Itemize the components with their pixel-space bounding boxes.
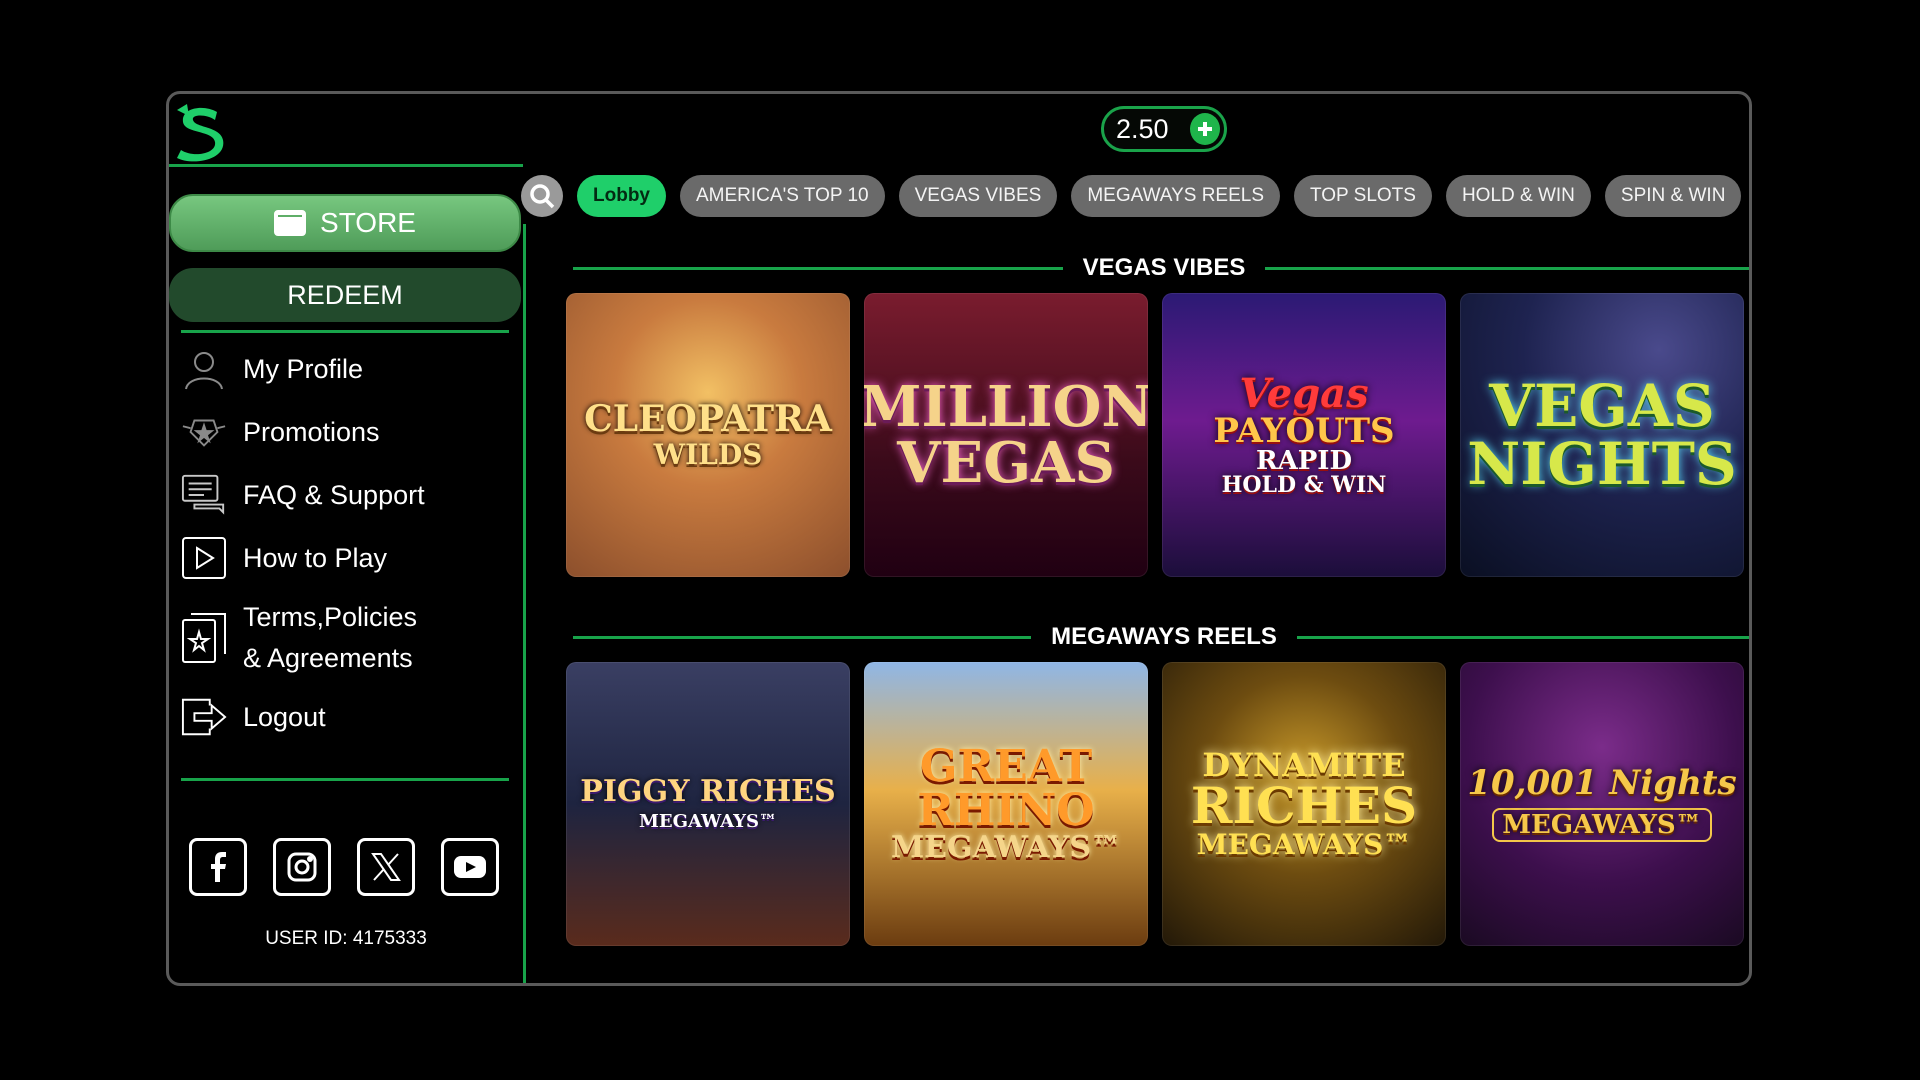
game-title-line: Vegas <box>1239 370 1369 417</box>
game-title-line: MEGAWAYS™ <box>1196 828 1412 861</box>
social-links <box>189 838 499 896</box>
game-tile[interactable]: GREAT RHINO MEGAWAYS™ <box>864 662 1148 946</box>
section-divider-right <box>1265 266 1749 270</box>
section-divider-left <box>573 266 1063 270</box>
game-title-line: WILDS <box>653 438 763 471</box>
sidebar-item-label: Logout <box>243 701 326 732</box>
sidebar-border <box>523 224 526 983</box>
chat-icon <box>181 472 227 518</box>
section-title: MEGAWAYS REELS <box>1051 623 1277 650</box>
redeem-label: REDEEM <box>287 279 403 310</box>
tab-megaways-reels[interactable]: MEGAWAYS REELS <box>1071 175 1280 217</box>
game-title-line: MEGAWAYS™ <box>638 811 778 832</box>
redeem-button[interactable]: REDEEM <box>169 268 521 322</box>
game-title-line: 10,001 Nights <box>1467 763 1737 803</box>
game-title: VEGAS NIGHTS <box>1461 371 1743 499</box>
game-tile[interactable]: 10,001 Nights MEGAWAYS™ <box>1460 662 1744 946</box>
user-icon <box>181 346 227 392</box>
section-title: VEGAS VIBES <box>1082 254 1246 281</box>
tab-top-slots[interactable]: TOP SLOTS <box>1294 175 1432 217</box>
sidebar-item-how-to-play[interactable]: How to Play <box>181 535 387 581</box>
balance-pill[interactable]: 2.50 <box>1101 106 1227 152</box>
search-button[interactable] <box>521 175 563 217</box>
game-title: DYNAMITE RICHES MEGAWAYS™ <box>1185 743 1423 865</box>
tab-lobby[interactable]: Lobby <box>577 175 666 217</box>
game-title-line: GREAT <box>919 741 1093 792</box>
sidebar-item-text: Terms,Policies & Agreements <box>243 597 417 678</box>
game-title-line: RHINO <box>917 785 1095 836</box>
game-tile[interactable]: MILLION VEGAS <box>864 293 1148 577</box>
game-tile[interactable]: VEGAS NIGHTS <box>1460 293 1744 577</box>
game-title-line: RICHES <box>1190 776 1418 835</box>
section-divider-left <box>573 635 1032 639</box>
site-logo[interactable] <box>173 102 233 162</box>
sidebar-item-label: How to Play <box>243 542 388 573</box>
badge-star-icon <box>181 409 227 455</box>
game-title-line: MEGAWAYS™ <box>1492 808 1712 842</box>
search-icon <box>530 184 555 209</box>
instagram-icon[interactable] <box>273 838 331 896</box>
game-title-line: CLEOPATRA <box>584 398 832 440</box>
section-header: MEGAWAYS REELS <box>573 622 1749 652</box>
sidebar-item-label: Promotions <box>243 416 380 447</box>
game-title: PIGGY RICHES MEGAWAYS™ <box>574 771 841 837</box>
game-title-line: RAPID <box>1255 446 1353 476</box>
game-title: GREAT RHINO MEGAWAYS™ <box>885 739 1127 869</box>
youtube-icon[interactable] <box>441 838 499 896</box>
wallet-icon <box>274 210 307 236</box>
game-title-line: VEGAS <box>1489 372 1715 440</box>
game-grid: PIGGY RICHES MEGAWAYS™ GREAT RHINO MEGAW… <box>566 662 1744 946</box>
store-button[interactable]: STORE <box>169 194 521 252</box>
game-tile[interactable]: PIGGY RICHES MEGAWAYS™ <box>566 662 850 946</box>
sidebar-item-label-line2: & Agreements <box>243 642 413 673</box>
game-title-line: PIGGY RICHES <box>580 774 836 809</box>
sidebar-item-my-profile[interactable]: My Profile <box>181 346 363 392</box>
sidebar-item-faq-support[interactable]: FAQ & Support <box>181 472 425 518</box>
balance-amount: 2.50 <box>1116 113 1169 144</box>
game-title-line: MILLION <box>864 374 1148 440</box>
sidebar-item-logout[interactable]: Logout <box>181 694 326 740</box>
sidebar-top-divider <box>169 164 523 167</box>
app-window: 2.50 STORE REDEEM My Profile Promotions … <box>166 91 1752 986</box>
play-icon <box>181 535 227 581</box>
tab-hold-and-win[interactable]: HOLD & WIN <box>1445 175 1591 217</box>
sidebar-item-promotions[interactable]: Promotions <box>181 409 380 455</box>
x-icon[interactable] <box>357 838 415 896</box>
game-title-line: HOLD & WIN <box>1221 472 1387 498</box>
section-header: VEGAS VIBES <box>573 253 1749 283</box>
game-grid: CLEOPATRA WILDS MILLION VEGAS Vegas PAYO… <box>566 293 1744 577</box>
game-tile[interactable]: DYNAMITE RICHES MEGAWAYS™ <box>1162 662 1446 946</box>
document-star-icon <box>181 612 227 663</box>
tab-spin-and-win[interactable]: SPIN & WIN <box>1604 175 1742 217</box>
sidebar-item-label: FAQ & Support <box>243 479 425 510</box>
tab-vegas-vibes[interactable]: VEGAS VIBES <box>898 175 1058 217</box>
game-title-line: MEGAWAYS™ <box>890 830 1122 865</box>
game-tile[interactable]: Vegas PAYOUTS RAPID HOLD & WIN <box>1162 293 1446 577</box>
sidebar-divider <box>181 778 509 781</box>
facebook-icon[interactable] <box>189 838 247 896</box>
game-title-line: PAYOUTS <box>1213 411 1395 451</box>
sidebar-item-terms[interactable]: Terms,Policies & Agreements <box>181 597 417 678</box>
add-funds-button[interactable] <box>1190 113 1220 145</box>
game-title: CLEOPATRA WILDS <box>578 395 838 475</box>
sidebar-item-label: Terms,Policies <box>243 602 418 632</box>
sidebar-divider <box>181 330 509 333</box>
game-title: Vegas PAYOUTS RAPID HOLD & WIN <box>1207 368 1400 502</box>
game-title-line: VEGAS <box>897 430 1115 496</box>
section-divider-right <box>1296 635 1749 639</box>
tab-americas-top-10[interactable]: AMERICA'S TOP 10 <box>680 175 885 217</box>
store-label: STORE <box>320 207 416 238</box>
game-title: MILLION VEGAS <box>864 373 1148 497</box>
user-id-label: USER ID: 4175333 <box>265 928 427 949</box>
game-tile[interactable]: CLEOPATRA WILDS <box>566 293 850 577</box>
sidebar-item-label: My Profile <box>243 353 364 384</box>
game-title-line: NIGHTS <box>1467 430 1737 498</box>
logout-icon <box>181 694 227 740</box>
plus-icon <box>1198 122 1212 136</box>
game-title: 10,001 Nights MEGAWAYS™ <box>1461 760 1742 848</box>
category-tabs: Lobby AMERICA'S TOP 10 VEGAS VIBES MEGAW… <box>521 172 1749 220</box>
